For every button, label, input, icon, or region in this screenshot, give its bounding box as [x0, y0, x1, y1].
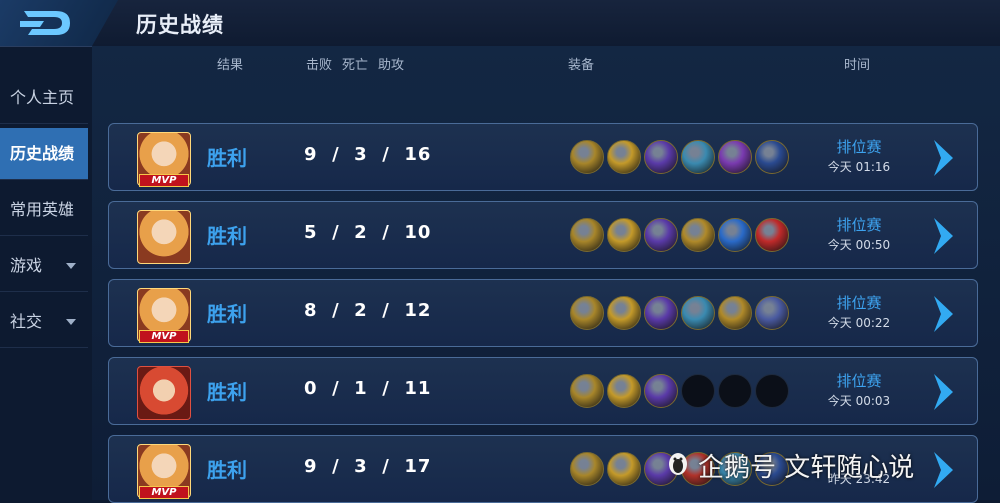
match-result: 胜利 [207, 146, 247, 170]
sidebar-item-game[interactable]: 游戏 [0, 240, 88, 292]
match-mode: 排位赛 [836, 294, 882, 312]
kda-score: 8 / 2 / 12 [304, 300, 432, 321]
assists-value: 17 [404, 456, 432, 477]
sidebar-item-profile[interactable]: 个人主页 [0, 72, 88, 124]
item-icon [607, 452, 641, 486]
sidebar-item-label: 常用英雄 [10, 200, 75, 219]
chevron-right-icon[interactable] [931, 216, 957, 256]
sidebar-item-label: 社交 [10, 312, 43, 331]
assists-value: 11 [404, 378, 432, 399]
sidebar-item-social[interactable]: 社交 [0, 296, 88, 348]
item-icon [570, 296, 604, 330]
match-mode: 排位赛 [836, 216, 882, 234]
sidebar-item-label: 游戏 [10, 256, 43, 275]
sidebar-item-heroes[interactable]: 常用英雄 [0, 184, 88, 236]
deaths-value: 2 [354, 222, 368, 243]
item-icon [755, 296, 789, 330]
column-header-kills: 击败 [306, 58, 333, 73]
item-icon [644, 218, 678, 252]
assists-value: 16 [404, 144, 432, 165]
match-result: 胜利 [207, 224, 247, 248]
page-title: 历史战绩 [136, 13, 224, 37]
item-icon [570, 140, 604, 174]
item-icon [644, 140, 678, 174]
column-header-deaths: 死亡 [342, 58, 369, 73]
item-icon [718, 296, 752, 330]
match-result: 胜利 [207, 380, 247, 404]
mvp-badge: MVP [139, 486, 189, 499]
hero-avatar [137, 210, 191, 264]
item-icon [755, 218, 789, 252]
empty-item-slot [755, 374, 789, 408]
match-history-panel: 结果 击败 死亡 助攻 装备 时间 [92, 46, 1000, 500]
match-time: 今天 01:16 [827, 160, 891, 174]
match-row[interactable]: 胜利 5 / 2 / 10 排位赛今天 00:50 [108, 201, 978, 269]
chevron-down-icon [66, 319, 76, 325]
item-icon [681, 140, 715, 174]
assists-value: 10 [404, 222, 432, 243]
mvp-badge: MVP [139, 330, 189, 343]
column-header-time: 时间 [844, 58, 871, 73]
deaths-value: 3 [354, 456, 368, 477]
kills-value: 5 [304, 222, 318, 243]
back-button[interactable] [0, 0, 118, 46]
match-result: 胜利 [207, 302, 247, 326]
item-icon [681, 218, 715, 252]
match-mode: 排位赛 [836, 138, 882, 156]
top-bar: 历史战绩 [0, 0, 1000, 47]
sidebar: 个人主页 历史战绩 常用英雄 游戏 社交 [0, 72, 88, 352]
chevron-right-icon[interactable] [931, 138, 957, 178]
item-icon [644, 374, 678, 408]
item-icon [755, 140, 789, 174]
sidebar-item-label: 个人主页 [10, 88, 75, 107]
item-icon [570, 452, 604, 486]
chevron-right-icon[interactable] [931, 294, 957, 334]
match-result: 胜利 [207, 458, 247, 482]
column-header-result: 结果 [217, 58, 244, 73]
hero-avatar [137, 366, 191, 420]
item-icon [718, 140, 752, 174]
item-icon [570, 218, 604, 252]
item-icon [607, 374, 641, 408]
item-icon [644, 296, 678, 330]
chevron-right-icon[interactable] [931, 450, 957, 490]
chevron-right-icon[interactable] [931, 372, 957, 412]
match-row[interactable]: MVP 胜利 9 / 3 / 16 排位赛今天 01:16 [108, 123, 978, 191]
item-icon [607, 296, 641, 330]
kda-score: 5 / 2 / 10 [304, 222, 432, 243]
back-icon [20, 11, 70, 35]
kda-score: 9 / 3 / 16 [304, 144, 432, 165]
match-time: 今天 00:22 [827, 316, 891, 330]
item-icon [607, 140, 641, 174]
item-icon [681, 296, 715, 330]
kda-score: 9 / 3 / 17 [304, 456, 432, 477]
deaths-value: 1 [354, 378, 368, 399]
kills-value: 8 [304, 300, 318, 321]
deaths-value: 2 [354, 300, 368, 321]
match-time: 今天 00:50 [827, 238, 891, 252]
assists-value: 12 [404, 300, 432, 321]
chevron-down-icon [66, 263, 76, 269]
match-mode: 排位赛 [836, 372, 882, 390]
kills-value: 9 [304, 144, 318, 165]
empty-item-slot [681, 374, 715, 408]
kda-score: 0 / 1 / 11 [304, 378, 432, 399]
watermark: 企鹅号 文轩随心说 [698, 453, 915, 483]
sidebar-item-history[interactable]: 历史战绩 [0, 128, 88, 180]
item-icon [570, 374, 604, 408]
sidebar-item-label: 历史战绩 [10, 144, 75, 163]
match-row[interactable]: MVP 胜利 8 / 2 / 12 排位赛今天 00:22 [108, 279, 978, 347]
mvp-badge: MVP [139, 174, 189, 187]
item-icon [607, 218, 641, 252]
column-header-assists: 助攻 [378, 58, 405, 73]
column-header-equipment: 装备 [568, 58, 595, 73]
kills-value: 0 [304, 378, 318, 399]
empty-item-slot [718, 374, 752, 408]
match-row[interactable]: 胜利 0 / 1 / 11 排位赛今天 00:03 [108, 357, 978, 425]
item-icon [718, 218, 752, 252]
deaths-value: 3 [354, 144, 368, 165]
penguin-icon [669, 453, 687, 475]
kills-value: 9 [304, 456, 318, 477]
match-time: 今天 00:03 [827, 394, 891, 408]
